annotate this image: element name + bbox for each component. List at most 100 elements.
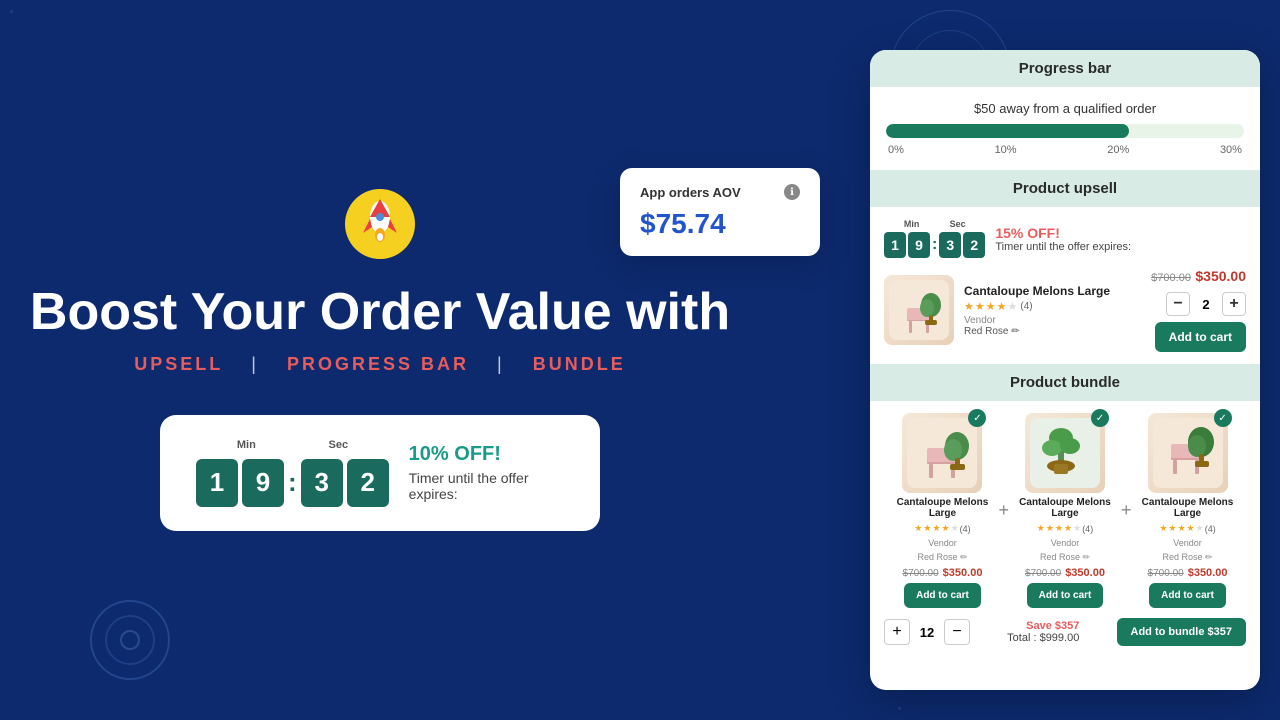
bundle-img-wrap-2: ✓ <box>1025 413 1105 493</box>
bundle-img-wrap-3: ✓ <box>1148 413 1228 493</box>
bundle-plus-1: + <box>998 500 1009 521</box>
upsell-review-count: (4) <box>1020 301 1032 312</box>
aov-card: App orders AOV ℹ $75.74 <box>620 168 820 256</box>
timer-digits: 1 9 : 3 2 <box>196 459 389 507</box>
upsell-qty-value: 2 <box>1196 297 1216 312</box>
upsell-product-stars: ★ ★ ★ ★ ★ (4) <box>964 300 1141 313</box>
timer-card: Min Sec 1 9 : 3 2 10% OFF! Timer until t… <box>160 415 600 531</box>
progress-bar-container <box>886 124 1244 138</box>
bundle-img-2 <box>1025 413 1105 493</box>
bundle-item-3: ✓ Cantaloupe Melons Large ★ ★ ★ ★ ★ (4) … <box>1138 413 1238 608</box>
upsell-price-old: $700.00 <box>1151 272 1191 284</box>
bundle-item-3-price-old: $700.00 <box>1148 568 1184 579</box>
upsell-colon: : <box>932 236 937 254</box>
upsell-timer-row: Min Sec 1 9 : 3 2 15% OFF! Timer until t… <box>884 219 1246 258</box>
right-panel[interactable]: Progress bar $50 away from a qualified o… <box>870 50 1260 690</box>
bundle-item-2-add-cart-button[interactable]: Add to cart <box>1027 583 1104 608</box>
main-title: Boost Your Order Value with <box>30 284 730 341</box>
bundle-item-3-stars: ★ ★ ★ ★ ★ (4) <box>1159 523 1215 534</box>
bundle-qty-decrease[interactable]: − <box>944 619 970 645</box>
timer-text: 10% OFF! Timer until the offer expires: <box>409 443 564 502</box>
bundle-check-3: ✓ <box>1214 409 1232 427</box>
star-2: ★ <box>975 300 985 313</box>
bundle-qty-row: + 12 − <box>884 619 970 645</box>
bundle-check-1: ✓ <box>968 409 986 427</box>
bundle-save-text: Save $357 <box>1007 620 1079 632</box>
bundle-item-3-add-cart-button[interactable]: Add to cart <box>1149 583 1226 608</box>
upsell-qty-increase[interactable]: + <box>1222 292 1246 316</box>
background-dots-br: for(let i=0;i<40;i++) document.currentSc… <box>898 707 1020 710</box>
star-5: ★ <box>1008 300 1018 313</box>
bundle-item-1-stars: ★ ★ ★ ★ ★ (4) <box>914 523 970 534</box>
bundle-img-wrap-1: ✓ <box>902 413 982 493</box>
upsell-min-label: Min <box>899 219 925 229</box>
upsell-digit-4: 2 <box>963 232 985 258</box>
bundle-item-2-price-new: $350.00 <box>1065 567 1105 579</box>
upsell-off-text: 15% OFF! <box>995 225 1246 241</box>
bundle-item-1-price-new: $350.00 <box>943 567 983 579</box>
bundle-item-1-name: Cantaloupe Melons Large <box>892 497 992 519</box>
timer-colon: : <box>288 467 297 498</box>
progress-away-text: $50 away from a qualified order <box>886 101 1244 116</box>
progress-label-10: 10% <box>995 144 1017 156</box>
progress-label-0: 0% <box>888 144 904 156</box>
timer-digit-3: 3 <box>301 459 343 507</box>
upsell-vendor-label: Vendor <box>964 315 1141 326</box>
upsell-digit-2: 9 <box>908 232 930 258</box>
bundle-total-text: Total : $999.00 <box>1007 632 1079 644</box>
upsell-qty-decrease[interactable]: − <box>1166 292 1190 316</box>
bundle-qty-increase[interactable]: + <box>884 619 910 645</box>
timer-section: Min Sec 1 9 : 3 2 <box>196 439 389 507</box>
timer-digit-4: 2 <box>347 459 389 507</box>
timer-digit-1: 1 <box>196 459 238 507</box>
upsell-vendor-name: Red Rose ✏ <box>964 326 1141 337</box>
upsell-desc: Timer until the offer expires: <box>995 241 1246 253</box>
star-3: ★ <box>986 300 996 313</box>
progress-label-20: 20% <box>1107 144 1129 156</box>
upsell-section-header: Product upsell <box>870 170 1260 207</box>
bundle-summary: Save $357 Total : $999.00 <box>1007 620 1079 644</box>
bundle-item-3-vendor-name: Red Rose ✏ <box>1162 552 1212 563</box>
bundle-items: ✓ Cantaloupe Melons Large ★ ★ ★ ★ ★ (4) … <box>884 413 1246 608</box>
subtitle-bundle: BUNDLE <box>533 354 626 374</box>
star-4: ★ <box>997 300 1007 313</box>
upsell-section: Min Sec 1 9 : 3 2 15% OFF! Timer until t… <box>870 207 1260 364</box>
subtitle-upsell: UPSELL <box>134 354 223 374</box>
rocket-icon <box>345 189 415 264</box>
bundle-item-2-vendor-name: Red Rose ✏ <box>1040 552 1090 563</box>
bundle-item-2-stars: ★ ★ ★ ★ ★ (4) <box>1037 523 1093 534</box>
upsell-price-new: $350.00 <box>1195 268 1246 284</box>
bundle-item-2-price-old: $700.00 <box>1025 568 1061 579</box>
progress-bar-fill <box>886 124 1129 138</box>
progress-labels: 0% 10% 20% 30% <box>886 144 1244 156</box>
subtitle-progress: PROGRESS BAR <box>287 354 469 374</box>
timer-desc: Timer until the offer expires: <box>409 470 564 502</box>
left-panel: Boost Your Order Value with UPSELL | PRO… <box>0 0 760 720</box>
star-1: ★ <box>964 300 974 313</box>
bundle-item-1-add-cart-button[interactable]: Add to cart <box>904 583 981 608</box>
upsell-timer-digits: 1 9 : 3 2 <box>884 232 985 258</box>
bundle-item-1-vendor-label: Vendor <box>928 538 957 548</box>
timer-min-label: Min <box>218 439 274 451</box>
bundle-qty-value: 12 <box>916 625 938 640</box>
bundle-item-1: ✓ Cantaloupe Melons Large ★ ★ ★ ★ ★ (4) … <box>892 413 992 608</box>
timer-digit-2: 9 <box>242 459 284 507</box>
upsell-digit-1: 1 <box>884 232 906 258</box>
upsell-add-to-cart-button[interactable]: Add to cart <box>1155 322 1246 352</box>
bundle-item-3-price-new: $350.00 <box>1188 567 1228 579</box>
bundle-section-header: Product bundle <box>870 364 1260 401</box>
bundle-item-3-name: Cantaloupe Melons Large <box>1138 497 1238 519</box>
progress-bar-section: $50 away from a qualified order 0% 10% 2… <box>870 87 1260 170</box>
bundle-item-2-name: Cantaloupe Melons Large <box>1015 497 1115 519</box>
aov-info-icon[interactable]: ℹ <box>784 184 800 200</box>
upsell-product-right: $700.00 $350.00 − 2 + Add to cart <box>1151 268 1246 352</box>
upsell-digit-3: 3 <box>939 232 961 258</box>
upsell-timer-group: Min Sec 1 9 : 3 2 <box>884 219 985 258</box>
aov-title: App orders AOV <box>640 185 741 200</box>
bundle-item-3-vendor-label: Vendor <box>1173 538 1202 548</box>
upsell-product-info: Cantaloupe Melons Large ★ ★ ★ ★ ★ (4) Ve… <box>964 284 1141 337</box>
upsell-product-row: Cantaloupe Melons Large ★ ★ ★ ★ ★ (4) Ve… <box>884 268 1246 352</box>
add-to-bundle-button[interactable]: Add to bundle $357 <box>1117 618 1246 646</box>
upsell-product-name: Cantaloupe Melons Large <box>964 284 1141 298</box>
subtitle-sep1: | <box>251 354 259 374</box>
